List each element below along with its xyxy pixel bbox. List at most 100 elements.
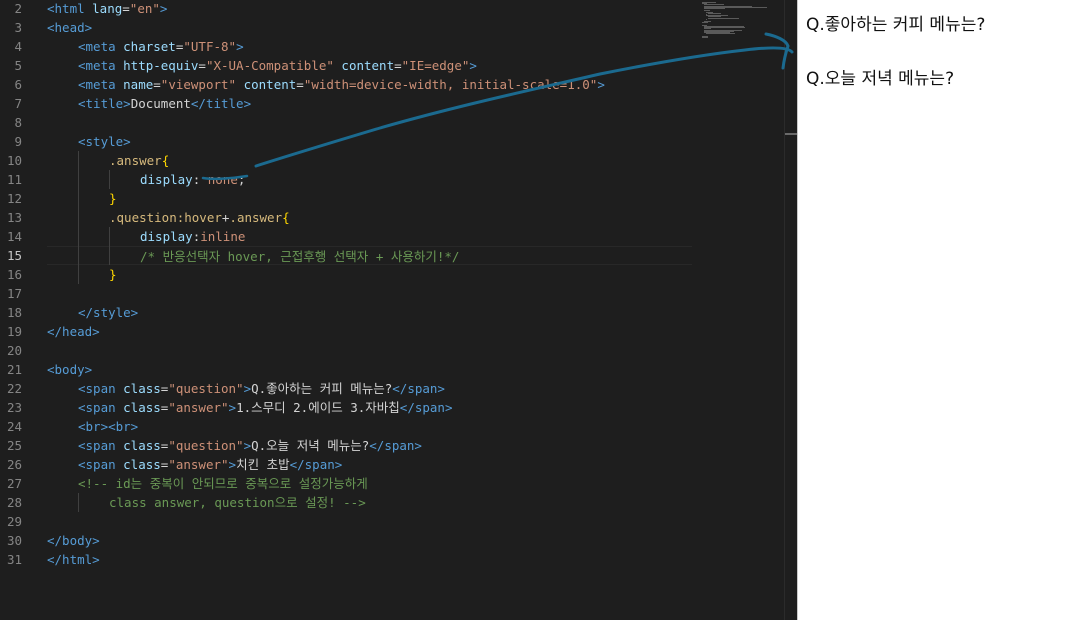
code-line[interactable]: <html lang="en"> — [47, 0, 167, 18]
indent-guide — [78, 189, 79, 208]
code-token: = — [296, 77, 304, 92]
code-token: "IE=edge" — [401, 58, 470, 73]
code-token: "en" — [129, 1, 160, 16]
code-line[interactable]: } — [47, 265, 117, 284]
minimap-line — [708, 12, 721, 14]
code-line[interactable]: <meta charset="UTF-8"> — [47, 37, 244, 56]
line-number: 23 — [6, 400, 22, 415]
indent-guide — [78, 227, 79, 246]
minimap[interactable] — [700, 0, 784, 40]
code-token: <body> — [47, 362, 93, 377]
line-number: 6 — [14, 77, 22, 92]
code-line[interactable]: <span class="answer">1.스무디 2.에이드 3.자바칩</… — [47, 398, 452, 417]
code-token: </title> — [190, 96, 252, 111]
code-token: > — [243, 438, 252, 453]
line-number: 26 — [6, 457, 22, 472]
line-number: 12 — [6, 191, 22, 206]
code-token: > — [228, 457, 237, 472]
line-number: 10 — [6, 153, 22, 168]
code-token: </span> — [399, 400, 453, 415]
code-token: inline — [200, 229, 246, 244]
code-line[interactable]: </body> — [47, 531, 100, 550]
code-token: > — [159, 1, 168, 16]
code-line[interactable]: <meta http-equiv="X-UA-Compatible" conte… — [47, 56, 477, 75]
code-line[interactable]: </style> — [47, 303, 138, 322]
code-line[interactable]: .question:hover+.answer{ — [47, 208, 290, 227]
code-line[interactable]: <title>Document</title> — [47, 94, 251, 113]
code-token: <style> — [78, 134, 131, 149]
code-editor[interactable]: 2 3 4 5 6 7 8 9 10 11 12 13 14 15 16 17 18 19 20 21 22 23 24 25… — [0, 0, 797, 620]
code-token: = — [198, 58, 206, 73]
code-token: class answer, question으로 설정! --> — [109, 495, 366, 510]
code-line[interactable]: <span class="question">Q.오늘 저녁 메뉴는?</spa… — [47, 436, 422, 455]
code-area[interactable]: <html lang="en"> <head> <meta charset="UTF… — [47, 0, 747, 620]
code-token: > — [236, 39, 244, 54]
code-token: Q.오늘 저녁 메뉴는? — [251, 438, 370, 453]
code-line[interactable]: <!-- id는 중복이 안되므로 중복으로 설정가능하게 — [47, 474, 368, 493]
code-line[interactable]: display: none; — [47, 170, 245, 189]
browser-preview-pane: Q.좋아하는 커피 메뉴는? Q.오늘 저녁 메뉴는? — [797, 0, 1069, 620]
line-number: 7 — [14, 96, 22, 111]
code-token: <meta — [78, 39, 124, 54]
code-line[interactable]: /* 반응선택자 hover, 근접후행 선택자 + 사용하기!*/ — [47, 246, 692, 265]
line-number: 18 — [6, 305, 22, 320]
code-token: none — [207, 172, 238, 187]
vertical-scrollbar[interactable] — [784, 0, 797, 620]
code-line[interactable]: </head> — [47, 322, 100, 341]
code-line[interactable]: <head> — [47, 18, 92, 37]
code-line[interactable]: <br><br> — [47, 417, 138, 436]
line-number: 13 — [6, 210, 22, 225]
code-token: display — [140, 172, 193, 187]
code-token: <span — [78, 381, 124, 396]
code-token: <title> — [78, 96, 131, 111]
code-token: display — [140, 229, 193, 244]
line-number: 2 — [14, 1, 22, 16]
code-token: .question:hover — [109, 210, 222, 225]
code-token: Document — [130, 96, 191, 111]
code-token: class — [123, 381, 161, 396]
question-dinner[interactable]: Q.오늘 저녁 메뉴는? — [806, 64, 954, 89]
code-token: </body> — [47, 533, 100, 548]
line-number: 9 — [14, 134, 22, 149]
code-line[interactable]: </html> — [47, 550, 100, 569]
code-token: </head> — [47, 324, 100, 339]
scrollbar-thumb[interactable] — [785, 133, 797, 135]
code-token: <!-- id는 중복이 안되므로 중복으로 설정가능하게 — [78, 476, 368, 491]
code-line[interactable]: <span class="answer">치킨 초밥</span> — [47, 455, 342, 474]
code-line[interactable]: <meta name="viewport" content="width=dev… — [47, 75, 605, 94]
code-line[interactable]: } — [47, 189, 117, 208]
line-number: 3 — [14, 20, 22, 35]
code-token: <span — [78, 438, 124, 453]
code-token: 치킨 초밥 — [236, 457, 290, 472]
minimap-line — [704, 8, 725, 9]
code-token: /* 반응선택자 hover, 근접후행 선택자 + 사용하기!*/ — [140, 249, 460, 264]
code-line[interactable]: display:inline — [47, 227, 245, 246]
indent-guide — [78, 265, 79, 284]
indent-guide — [78, 493, 79, 512]
code-line[interactable]: <span class="question">Q.좋아하는 커피 메뉴는?</s… — [47, 379, 445, 398]
code-token: class — [123, 438, 161, 453]
code-token: { — [282, 210, 290, 225]
indent-guide — [78, 151, 79, 170]
line-number: 31 — [6, 552, 22, 567]
code-token: </style> — [78, 305, 139, 320]
indent-guide — [78, 246, 79, 265]
indent-guide — [78, 170, 79, 189]
minimap-line — [706, 18, 707, 20]
code-line[interactable]: class answer, question으로 설정! --> — [47, 493, 366, 512]
code-token: > — [228, 400, 237, 415]
line-number: 8 — [14, 115, 22, 130]
code-token: = — [153, 77, 161, 92]
line-number: 5 — [14, 58, 22, 73]
code-token: </span> — [392, 381, 445, 396]
code-token: > — [597, 77, 605, 92]
code-token: .answer — [109, 153, 162, 168]
question-coffee[interactable]: Q.좋아하는 커피 메뉴는? — [806, 10, 985, 35]
minimap-line — [702, 36, 709, 38]
indent-guide — [109, 227, 110, 246]
code-line[interactable]: <body> — [47, 360, 92, 379]
code-line[interactable]: .answer{ — [47, 151, 169, 170]
code-line[interactable]: <style> — [47, 132, 131, 151]
line-number: 21 — [6, 362, 22, 377]
